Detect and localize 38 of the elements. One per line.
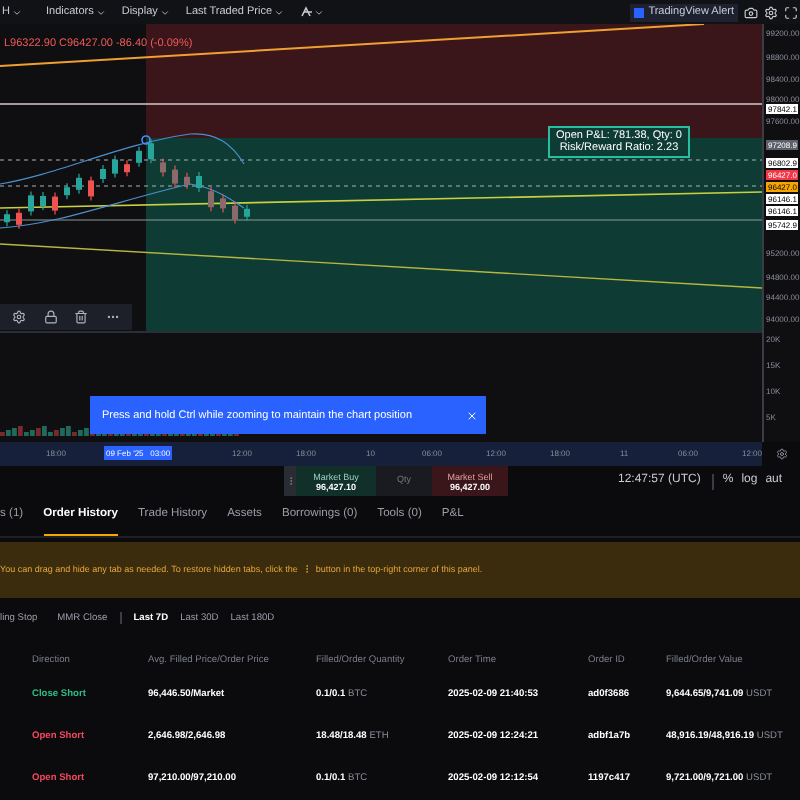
candle — [184, 172, 190, 190]
settings-icon[interactable] — [12, 310, 27, 325]
candle — [244, 204, 250, 222]
candle — [124, 160, 130, 178]
caret-icon — [274, 7, 284, 18]
candle — [52, 192, 58, 216]
settings-icon[interactable] — [764, 5, 778, 20]
candle — [88, 176, 94, 202]
close-icon[interactable] — [466, 409, 478, 422]
candle — [172, 165, 178, 189]
candle — [112, 155, 118, 179]
candle — [148, 139, 154, 165]
caret-icon — [159, 7, 170, 18]
grip-icon[interactable] — [284, 466, 296, 497]
candle — [208, 187, 214, 213]
lock-icon[interactable] — [43, 310, 58, 325]
candle — [160, 158, 166, 178]
drawing-tools-dropdown[interactable] — [300, 6, 324, 19]
camera-icon[interactable] — [744, 5, 758, 20]
candle — [16, 208, 22, 230]
candle — [64, 183, 70, 201]
candle — [100, 164, 106, 185]
caret-icon — [95, 7, 106, 18]
candle — [220, 194, 226, 214]
trash-icon[interactable] — [74, 310, 89, 325]
candle — [40, 191, 46, 212]
caret-icon — [11, 7, 22, 18]
caret-icon — [314, 7, 324, 18]
candle — [4, 210, 10, 228]
candle — [232, 201, 238, 225]
drawing-tool-icon — [300, 6, 314, 19]
fullscreen-icon[interactable] — [784, 5, 798, 20]
candle — [136, 146, 142, 168]
candle — [76, 173, 82, 195]
candle — [28, 191, 34, 217]
alert-logo-icon — [634, 7, 645, 18]
candle — [196, 171, 202, 194]
entry-marker — [141, 135, 151, 146]
